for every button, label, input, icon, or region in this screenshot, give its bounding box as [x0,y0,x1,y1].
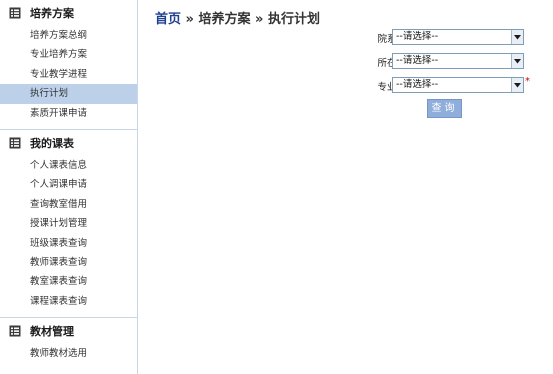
sidebar-section-timetable: 我的课表 个人课表信息 个人调课申请 查询教室借用 授课计划管理 班级课表查询 … [0,130,137,319]
sidebar-item-plan-outline[interactable]: 培养方案总纲 [0,26,137,45]
breadcrumb: 首页 » 培养方案 » 执行计划 [155,8,320,27]
breadcrumb-separator: » [185,12,194,27]
sidebar-item-classroom-timetable[interactable]: 教室课表查询 [0,272,137,291]
sidebar-section-plans: 培养方案 培养方案总纲 专业培养方案 专业教学进程 执行计划 素质开课申请 [0,0,137,130]
document-list-icon [9,137,21,149]
sidebar-item-teacher-timetable[interactable]: 教师课表查询 [0,253,137,272]
sidebar-item-classroom-borrow[interactable]: 查询教室借用 [0,195,137,214]
required-mark: * [525,76,530,87]
document-list-icon [9,7,21,19]
sidebar-item-course-application[interactable]: 素质开课申请 [0,104,137,123]
chevron-down-icon[interactable] [511,54,523,68]
sidebar-item-course-timetable[interactable]: 课程课表查询 [0,292,137,311]
sidebar-section-title[interactable]: 我的课表 [0,130,137,156]
document-list-icon [9,325,21,337]
sidebar-item-teaching-progress[interactable]: 专业教学进程 [0,65,137,84]
chevron-down-icon[interactable] [511,30,523,44]
breadcrumb-separator: » [255,12,264,27]
sidebar-item-execution-plan[interactable]: 执行计划 [0,84,137,104]
sidebar-item-personal-timetable[interactable]: 个人课表信息 [0,156,137,175]
grade-select[interactable]: --请选择-- [392,53,524,69]
sidebar-item-class-timetable[interactable]: 班级课表查询 [0,234,137,253]
sidebar-section-label: 教材管理 [30,325,74,339]
query-button[interactable]: 查询 [427,99,462,118]
sidebar-section-title[interactable]: 培养方案 [0,0,137,26]
major-select-value: --请选择-- [396,79,439,90]
chevron-down-icon[interactable] [511,78,523,92]
major-row: 专业名称： --请选择-- * [139,76,553,94]
grade-select-value: --请选择-- [396,55,439,66]
sidebar-section-textbooks: 教材管理 教师教材选用 [0,318,137,363]
department-select-value: --请选择-- [396,31,439,42]
sidebar: 培养方案 培养方案总纲 专业培养方案 专业教学进程 执行计划 素质开课申请 我的… [0,0,138,374]
sidebar-item-teaching-plan-mgmt[interactable]: 授课计划管理 [0,214,137,233]
sidebar-item-major-plan[interactable]: 专业培养方案 [0,45,137,64]
sidebar-section-label: 我的课表 [30,136,74,150]
breadcrumb-level1: 培养方案 [198,12,251,27]
sidebar-section-title[interactable]: 教材管理 [0,318,137,344]
breadcrumb-home-link[interactable]: 首页 [155,12,181,27]
breadcrumb-current: 执行计划 [267,12,320,27]
department-row: 院系名称： --请选择-- [139,29,553,46]
sidebar-item-personal-reschedule[interactable]: 个人调课申请 [0,175,137,194]
grade-row: 所在年级： --请选择-- [139,53,553,70]
department-select[interactable]: --请选择-- [392,29,524,45]
main-content: 首页 » 培养方案 » 执行计划 院系名称： --请选择-- 所在年级： --请… [139,0,553,374]
sidebar-item-textbook-selection[interactable]: 教师教材选用 [0,344,137,363]
major-select[interactable]: --请选择-- [392,77,524,93]
sidebar-section-label: 培养方案 [30,7,74,20]
